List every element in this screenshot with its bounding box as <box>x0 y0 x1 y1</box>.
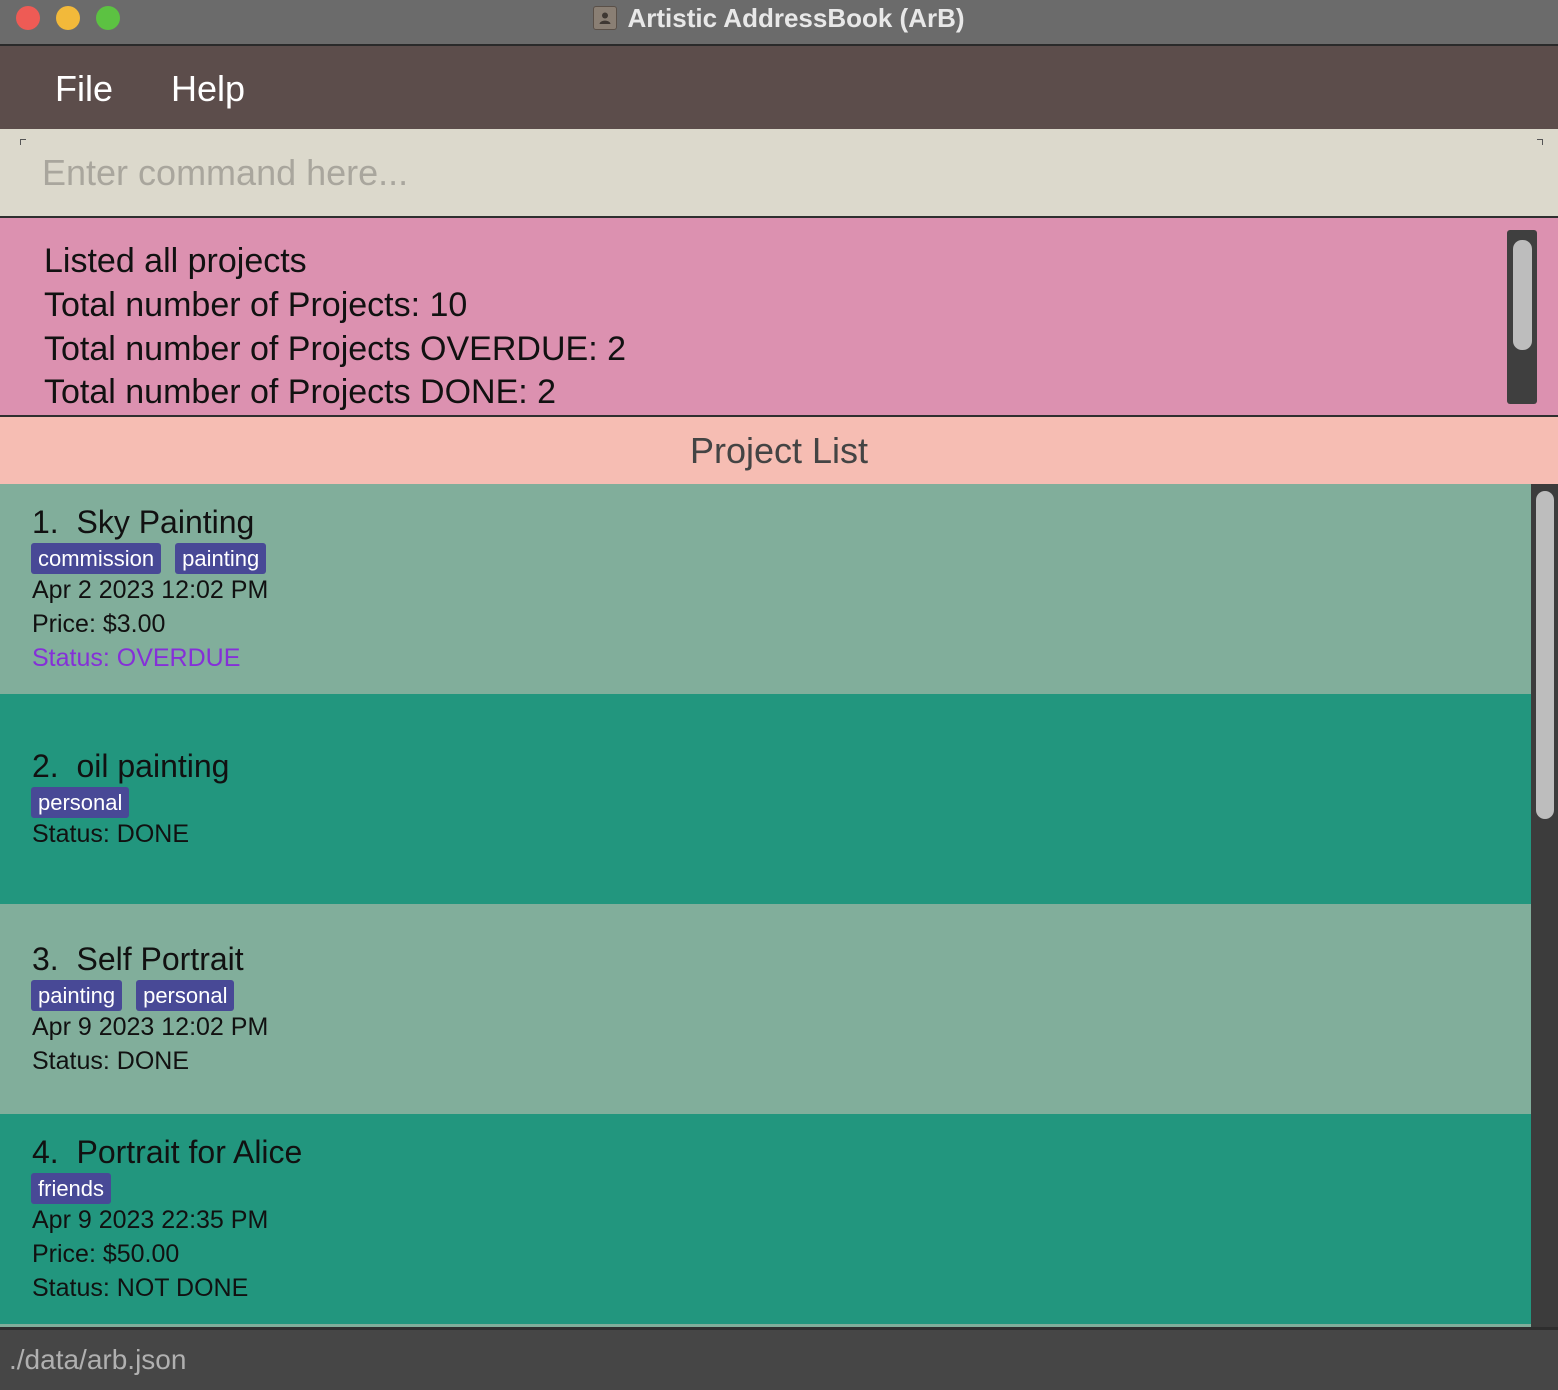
project-tag: personal <box>136 980 235 1011</box>
menu-file[interactable]: File <box>55 68 113 110</box>
result-scrollbar[interactable] <box>1507 230 1537 404</box>
command-box-corner <box>20 139 26 145</box>
project-name: Portrait for Alice <box>76 1134 303 1170</box>
command-box <box>0 129 1558 336</box>
project-list-scrollbar[interactable] <box>1531 484 1558 1327</box>
result-total-done: Total number of Projects DONE: 2 <box>44 373 557 411</box>
project-tag: painting <box>31 980 123 1011</box>
project-status: Status: OVERDUE <box>32 644 241 672</box>
project-name: Self Portrait <box>76 941 244 977</box>
project-tags: commission painting <box>31 543 267 574</box>
result-total-overdue: Total number of Projects OVERDUE: 2 <box>44 330 627 368</box>
project-tags: personal <box>31 787 130 818</box>
project-title: 3. Self Portrait <box>32 941 244 978</box>
command-input[interactable] <box>20 139 1542 207</box>
project-index: 2. <box>32 748 59 784</box>
window-title-group: Artistic AddressBook (ArB) <box>0 0 1558 36</box>
project-name: Sky Painting <box>76 504 255 540</box>
project-deadline: Apr 9 2023 22:35 PM <box>32 1206 269 1234</box>
window-title: Artistic AddressBook (ArB) <box>627 2 965 33</box>
result-display: Listed all projects Total number of Proj… <box>0 218 1558 417</box>
command-box-corner <box>1537 139 1543 145</box>
project-index: 1. <box>32 504 59 540</box>
project-card[interactable]: 2. oil painting personal Status: DONE <box>0 694 1531 904</box>
project-price: Price: $50.00 <box>32 1240 180 1268</box>
project-card[interactable]: 3. Self Portrait painting personal Apr 9… <box>0 904 1531 1114</box>
project-list[interactable]: 1. Sky Painting commission painting Apr … <box>0 484 1531 1327</box>
project-title: 4. Portrait for Alice <box>32 1134 302 1171</box>
result-scrollbar-thumb[interactable] <box>1513 240 1532 350</box>
project-status: Status: DONE <box>32 820 189 848</box>
project-status: Status: DONE <box>32 1047 189 1075</box>
project-tag: friends <box>31 1173 112 1204</box>
menu-bar: File Help <box>0 46 1558 129</box>
menu-help[interactable]: Help <box>171 68 245 110</box>
contacts-book-icon <box>593 6 618 30</box>
status-bar: ./data/arb.json <box>0 1327 1558 1390</box>
project-list-title: Project List <box>689 429 869 471</box>
project-deadline: Apr 9 2023 12:02 PM <box>32 1013 269 1041</box>
project-index: 4. <box>32 1134 59 1170</box>
result-message: Listed all projects <box>44 242 307 280</box>
project-tags: friends <box>31 1173 112 1204</box>
project-card[interactable]: 4. Portrait for Alice friends Apr 9 2023… <box>0 1114 1531 1324</box>
project-tag: commission <box>31 543 162 574</box>
project-name: oil painting <box>76 748 230 784</box>
project-index: 3. <box>32 941 59 977</box>
project-list-header: Project List <box>0 417 1558 484</box>
project-tag: personal <box>31 787 130 818</box>
project-list-scrollbar-thumb[interactable] <box>1536 491 1554 819</box>
project-status: Status: NOT DONE <box>32 1274 249 1302</box>
project-price: Price: $3.00 <box>32 610 166 638</box>
project-title: 1. Sky Painting <box>32 504 254 541</box>
window-title-bar: Artistic AddressBook (ArB) <box>0 0 1558 46</box>
project-tag: painting <box>175 543 267 574</box>
project-deadline: Apr 2 2023 12:02 PM <box>32 576 269 604</box>
result-total-projects: Total number of Projects: 10 <box>44 286 468 324</box>
project-title: 2. oil painting <box>32 748 229 785</box>
data-file-path: ./data/arb.json <box>9 1344 187 1375</box>
project-card[interactable]: 1. Sky Painting commission painting Apr … <box>0 484 1531 694</box>
project-tags: painting personal <box>31 980 235 1011</box>
